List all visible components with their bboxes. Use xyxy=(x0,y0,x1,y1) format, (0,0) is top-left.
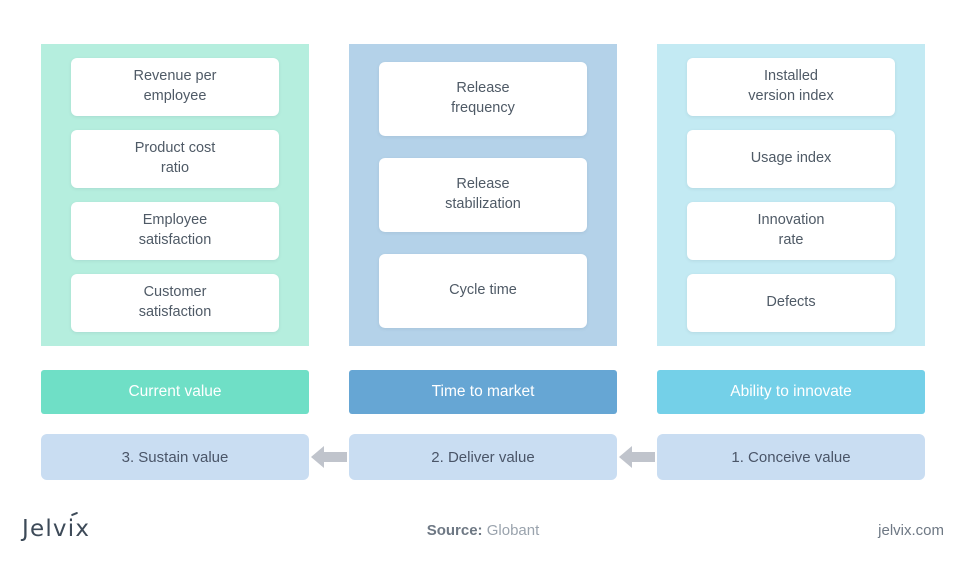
column-ability-to-innovate: Installed version index Usage index Inno… xyxy=(657,44,925,346)
metric-card: Product cost ratio xyxy=(71,130,279,188)
metric-card: Customer satisfaction xyxy=(71,274,279,332)
value-metrics-diagram: Revenue per employee Product cost ratio … xyxy=(0,0,966,568)
column-current-value: Revenue per employee Product cost ratio … xyxy=(41,44,309,346)
metric-card: Employee satisfaction xyxy=(71,202,279,260)
footer: Jelv ix Source: Globant jelvix.com xyxy=(0,508,966,560)
source-credit: Source: Globant xyxy=(0,522,966,539)
source-label: Source: xyxy=(426,522,483,539)
value-flow-row: 3. Sustain value 2. Deliver value 1. Con… xyxy=(41,434,925,480)
metric-card: Installed version index xyxy=(687,58,895,116)
card-group-time-to-market: Release frequency Release stabilization … xyxy=(379,44,587,346)
metric-columns: Revenue per employee Product cost ratio … xyxy=(41,44,925,346)
metric-card: Release frequency xyxy=(379,62,587,136)
card-group-current-value: Revenue per employee Product cost ratio … xyxy=(71,44,279,346)
metric-card: Defects xyxy=(687,274,895,332)
website-url: jelvix.com xyxy=(878,522,944,539)
arrow-left-icon xyxy=(617,441,657,473)
source-value: Globant xyxy=(482,522,540,539)
flow-step-sustain-value: 3. Sustain value xyxy=(41,434,309,480)
column-label-bars: Current value Time to market Ability to … xyxy=(41,370,925,414)
card-group-ability-to-innovate: Installed version index Usage index Inno… xyxy=(687,44,895,346)
metric-card: Innovation rate xyxy=(687,202,895,260)
label-bar-current-value: Current value xyxy=(41,370,309,414)
column-time-to-market: Release frequency Release stabilization … xyxy=(349,44,617,346)
flow-step-conceive-value: 1. Conceive value xyxy=(657,434,925,480)
metric-card: Release stabilization xyxy=(379,158,587,232)
metric-card: Cycle time xyxy=(379,254,587,328)
metric-card: Usage index xyxy=(687,130,895,188)
metric-card: Revenue per employee xyxy=(71,58,279,116)
flow-step-deliver-value: 2. Deliver value xyxy=(349,434,617,480)
label-bar-ability-to-innovate: Ability to innovate xyxy=(657,370,925,414)
arrow-left-icon xyxy=(309,441,349,473)
label-bar-time-to-market: Time to market xyxy=(349,370,617,414)
